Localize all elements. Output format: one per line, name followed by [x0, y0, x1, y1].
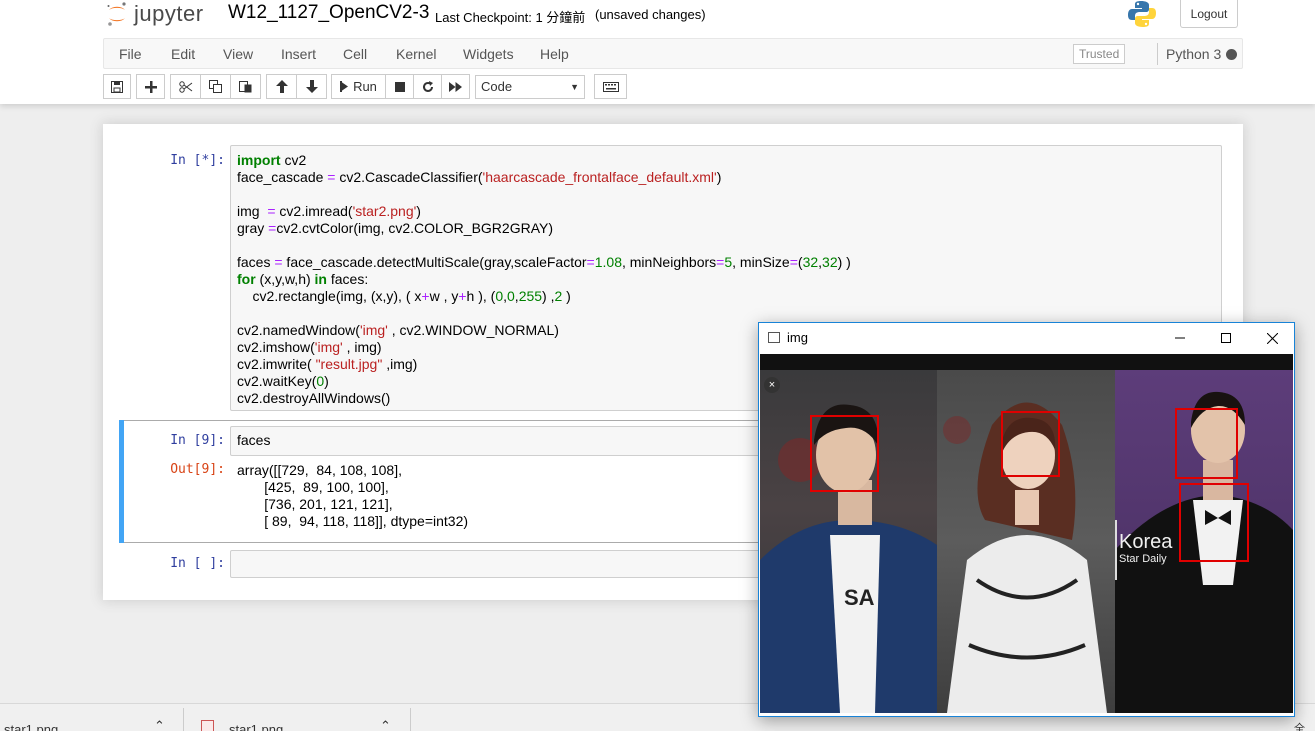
- face-box-2: [1001, 411, 1060, 477]
- menubar: File Edit View Insert Cell Kernel Widget…: [103, 38, 1243, 69]
- window-title: img: [787, 330, 808, 345]
- run-icon: [340, 81, 349, 92]
- face-box-3: [1175, 408, 1238, 479]
- notebook-header: jupyter W12_1127_OpenCV2-3 Last Checkpoi…: [0, 0, 1315, 104]
- menu-help[interactable]: Help: [540, 46, 569, 62]
- download-item-2[interactable]: star1.png: [229, 722, 283, 731]
- cell-type-select[interactable]: Code ▼: [475, 75, 585, 99]
- code-line-13: cv2.imwrite( "result.jpg" ,img): [237, 356, 418, 372]
- code-line-11: cv2.namedWindow('img' , cv2.WINDOW_NORMA…: [237, 322, 559, 338]
- cell-2-code[interactable]: faces: [237, 432, 270, 449]
- selected-cell-indicator: [119, 420, 124, 543]
- insert-cell-button[interactable]: [136, 74, 165, 99]
- chevron-up-icon[interactable]: ⌃: [380, 718, 391, 731]
- code-line-12: cv2.imshow('img' , img): [237, 339, 382, 355]
- result-image: SA Korea Star Daily ×: [760, 354, 1293, 713]
- code-line-2: face_cascade = cv2.CascadeClassifier('ha…: [237, 169, 722, 185]
- menu-cell[interactable]: Cell: [343, 46, 367, 62]
- trusted-badge[interactable]: Trusted: [1073, 44, 1126, 64]
- code-line-4: img = cv2.imread('star2.png'): [237, 203, 421, 219]
- show-all-downloads[interactable]: 全部: [1294, 720, 1315, 731]
- code-line-14: cv2.waitKey(0): [237, 373, 329, 389]
- close-window-button[interactable]: [1249, 323, 1295, 353]
- jupyter-logo-text: jupyter: [134, 1, 204, 26]
- face-box-1: [810, 415, 879, 492]
- menu-insert[interactable]: Insert: [281, 46, 316, 62]
- arrow-down-icon: [305, 80, 318, 93]
- svg-text:SA: SA: [844, 585, 875, 610]
- python-logo-icon: [1128, 1, 1156, 27]
- window-app-icon: [768, 332, 780, 343]
- notebook-name[interactable]: W12_1127_OpenCV2-3: [228, 2, 429, 24]
- chevron-up-icon[interactable]: ⌃: [154, 718, 165, 731]
- maximize-button[interactable]: [1203, 323, 1249, 353]
- file-image-icon: [201, 720, 214, 731]
- download-separator: [183, 708, 184, 731]
- code-line-9: cv2.rectangle(img, (x,y), ( x+w , y+h ),…: [237, 288, 571, 304]
- opencv-image-window[interactable]: img SA Korea Star Daily ×: [758, 322, 1295, 717]
- stop-icon: [394, 81, 405, 92]
- run-label: Run: [353, 79, 377, 94]
- restart-run-all-button[interactable]: [441, 74, 470, 99]
- output-line-3: [736, 201, 121, 121],: [237, 496, 393, 512]
- output-line-4: [ 89, 94, 118, 118]], dtype=int32): [237, 513, 469, 529]
- close-icon: [1266, 332, 1278, 344]
- code-line-5: gray =cv2.cvtColor(img, cv2.COLOR_BGR2GR…: [237, 220, 554, 236]
- menu-kernel[interactable]: Kernel: [396, 46, 436, 62]
- menu-widgets[interactable]: Widgets: [463, 46, 514, 62]
- menu-view[interactable]: View: [223, 46, 253, 62]
- maximize-icon: [1221, 333, 1231, 343]
- watermark-star-daily: Star Daily: [1119, 553, 1167, 565]
- cell-2-output: array([[729, 84, 108, 108], [425, 89, 10…: [237, 462, 468, 530]
- code-line-15: cv2.destroyAllWindows(): [237, 390, 391, 406]
- menu-file[interactable]: File: [119, 46, 142, 62]
- menu-edit[interactable]: Edit: [171, 46, 195, 62]
- image-close-icon[interactable]: ×: [764, 377, 780, 393]
- save-icon: [111, 80, 123, 93]
- code-line-7: faces = face_cascade.detectMultiScale(gr…: [237, 254, 851, 270]
- output-line-2: [425, 89, 100, 100],: [237, 479, 389, 495]
- minimize-button[interactable]: [1157, 323, 1203, 353]
- cell-type-value: Code: [481, 79, 513, 94]
- command-palette-button[interactable]: [594, 74, 627, 99]
- checkpoint-status: Last Checkpoint: 1 分鐘前: [435, 10, 586, 25]
- save-button[interactable]: [103, 74, 131, 99]
- copy-button[interactable]: [200, 74, 231, 99]
- restart-button[interactable]: [413, 74, 442, 99]
- kernel-busy-indicator: [1226, 49, 1237, 60]
- arrow-up-icon: [275, 80, 288, 93]
- cut-button[interactable]: [170, 74, 201, 99]
- cell-2-prompt: In [9]:: [170, 433, 225, 448]
- cell-1-prompt: In [*]:: [170, 153, 225, 168]
- copy-icon: [209, 80, 222, 93]
- move-down-button[interactable]: [296, 74, 327, 99]
- cut-icon: [178, 80, 192, 93]
- add-icon: [144, 80, 157, 93]
- download-separator: [410, 708, 411, 731]
- chevron-down-icon: ▼: [570, 82, 579, 92]
- jupyter-logo[interactable]: jupyter: [106, 0, 204, 28]
- autosave-status: (unsaved changes): [595, 7, 706, 22]
- paste-icon: [239, 81, 252, 93]
- output-line-1: array([[729, 84, 108, 108],: [237, 462, 402, 478]
- kernel-separator: [1157, 43, 1158, 65]
- cell-2-out-prompt: Out[9]:: [170, 462, 225, 477]
- fast-forward-icon: [449, 81, 462, 92]
- keyboard-icon: [602, 81, 619, 92]
- interrupt-button[interactable]: [385, 74, 414, 99]
- cell-3-prompt: In [ ]:: [170, 556, 225, 571]
- minimize-icon: [1175, 337, 1185, 339]
- logout-button[interactable]: Logout: [1180, 0, 1238, 28]
- watermark-korea: Korea: [1119, 531, 1173, 553]
- restart-icon: [422, 80, 433, 92]
- code-line-8: for (x,y,w,h) in faces:: [237, 271, 369, 287]
- paste-button[interactable]: [230, 74, 261, 99]
- move-up-button[interactable]: [266, 74, 297, 99]
- kernel-name: Python 3: [1166, 46, 1222, 62]
- jupyter-logo-icon: [107, 2, 126, 26]
- code-line-1: import cv2: [237, 152, 307, 168]
- run-button[interactable]: Run: [331, 74, 386, 99]
- download-item-1[interactable]: star1.png: [4, 722, 58, 731]
- face-box-4: [1179, 483, 1249, 562]
